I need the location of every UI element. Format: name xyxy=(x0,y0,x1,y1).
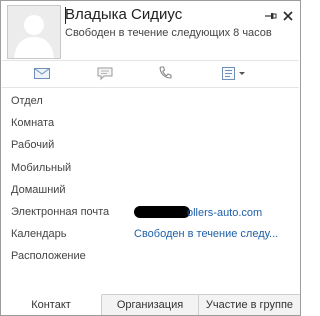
redaction-mark xyxy=(134,205,190,218)
presence-status: Свободен в течение следующих 8 часов xyxy=(65,27,272,39)
phone-icon[interactable] xyxy=(157,65,173,82)
contact-card: Владыка Сидиус Свободен в течение следую… xyxy=(0,0,301,316)
field-label: Расположение xyxy=(11,250,86,263)
field-row-work-phone: Рабочий xyxy=(11,139,297,161)
field-row-calendar: Календарь Свободен в течение следу... xyxy=(11,228,297,250)
field-label: Отдел xyxy=(11,95,43,107)
tab-group-membership[interactable]: Участие в группе xyxy=(199,295,300,315)
tab-contact[interactable]: Контакт xyxy=(1,294,102,315)
person-silhouette-icon xyxy=(8,6,60,58)
email-link[interactable]: ollers-auto.com xyxy=(134,205,263,219)
tab-organization[interactable]: Организация xyxy=(102,295,199,315)
field-row-location: Расположение xyxy=(11,250,297,272)
avatar xyxy=(7,5,61,59)
field-row-mobile: Мобильный xyxy=(11,162,297,184)
chevron-down-icon xyxy=(239,72,245,75)
field-row-email: Электронная почта ollers-auto.com xyxy=(11,205,297,228)
email-value: ollers-auto.com xyxy=(187,206,263,219)
field-label: Мобильный xyxy=(11,161,72,174)
mail-icon[interactable] xyxy=(32,65,52,82)
field-row-home: Домашний xyxy=(11,184,297,206)
action-bar xyxy=(2,60,299,88)
field-label: Комната xyxy=(11,117,55,130)
field-label: Рабочий xyxy=(11,139,55,152)
field-label: Домашний xyxy=(11,183,66,196)
pin-icon[interactable] xyxy=(263,9,277,23)
close-icon[interactable] xyxy=(281,9,295,23)
field-row-department: Отдел xyxy=(11,95,297,117)
tab-bar: Контакт Организация Участие в группе xyxy=(1,294,300,315)
field-label: Электронная почта xyxy=(11,205,110,218)
contact-name[interactable]: Владыка Сидиус xyxy=(65,6,182,23)
contact-card-icon[interactable] xyxy=(219,65,249,82)
chat-icon[interactable] xyxy=(95,65,115,82)
calendar-link[interactable]: Свободен в течение следу... xyxy=(134,228,278,240)
field-row-room: Комната xyxy=(11,117,297,139)
contact-fields: Отдел Комната Рабочий Мобильный Домашний… xyxy=(11,95,297,273)
field-label: Календарь xyxy=(11,228,67,241)
